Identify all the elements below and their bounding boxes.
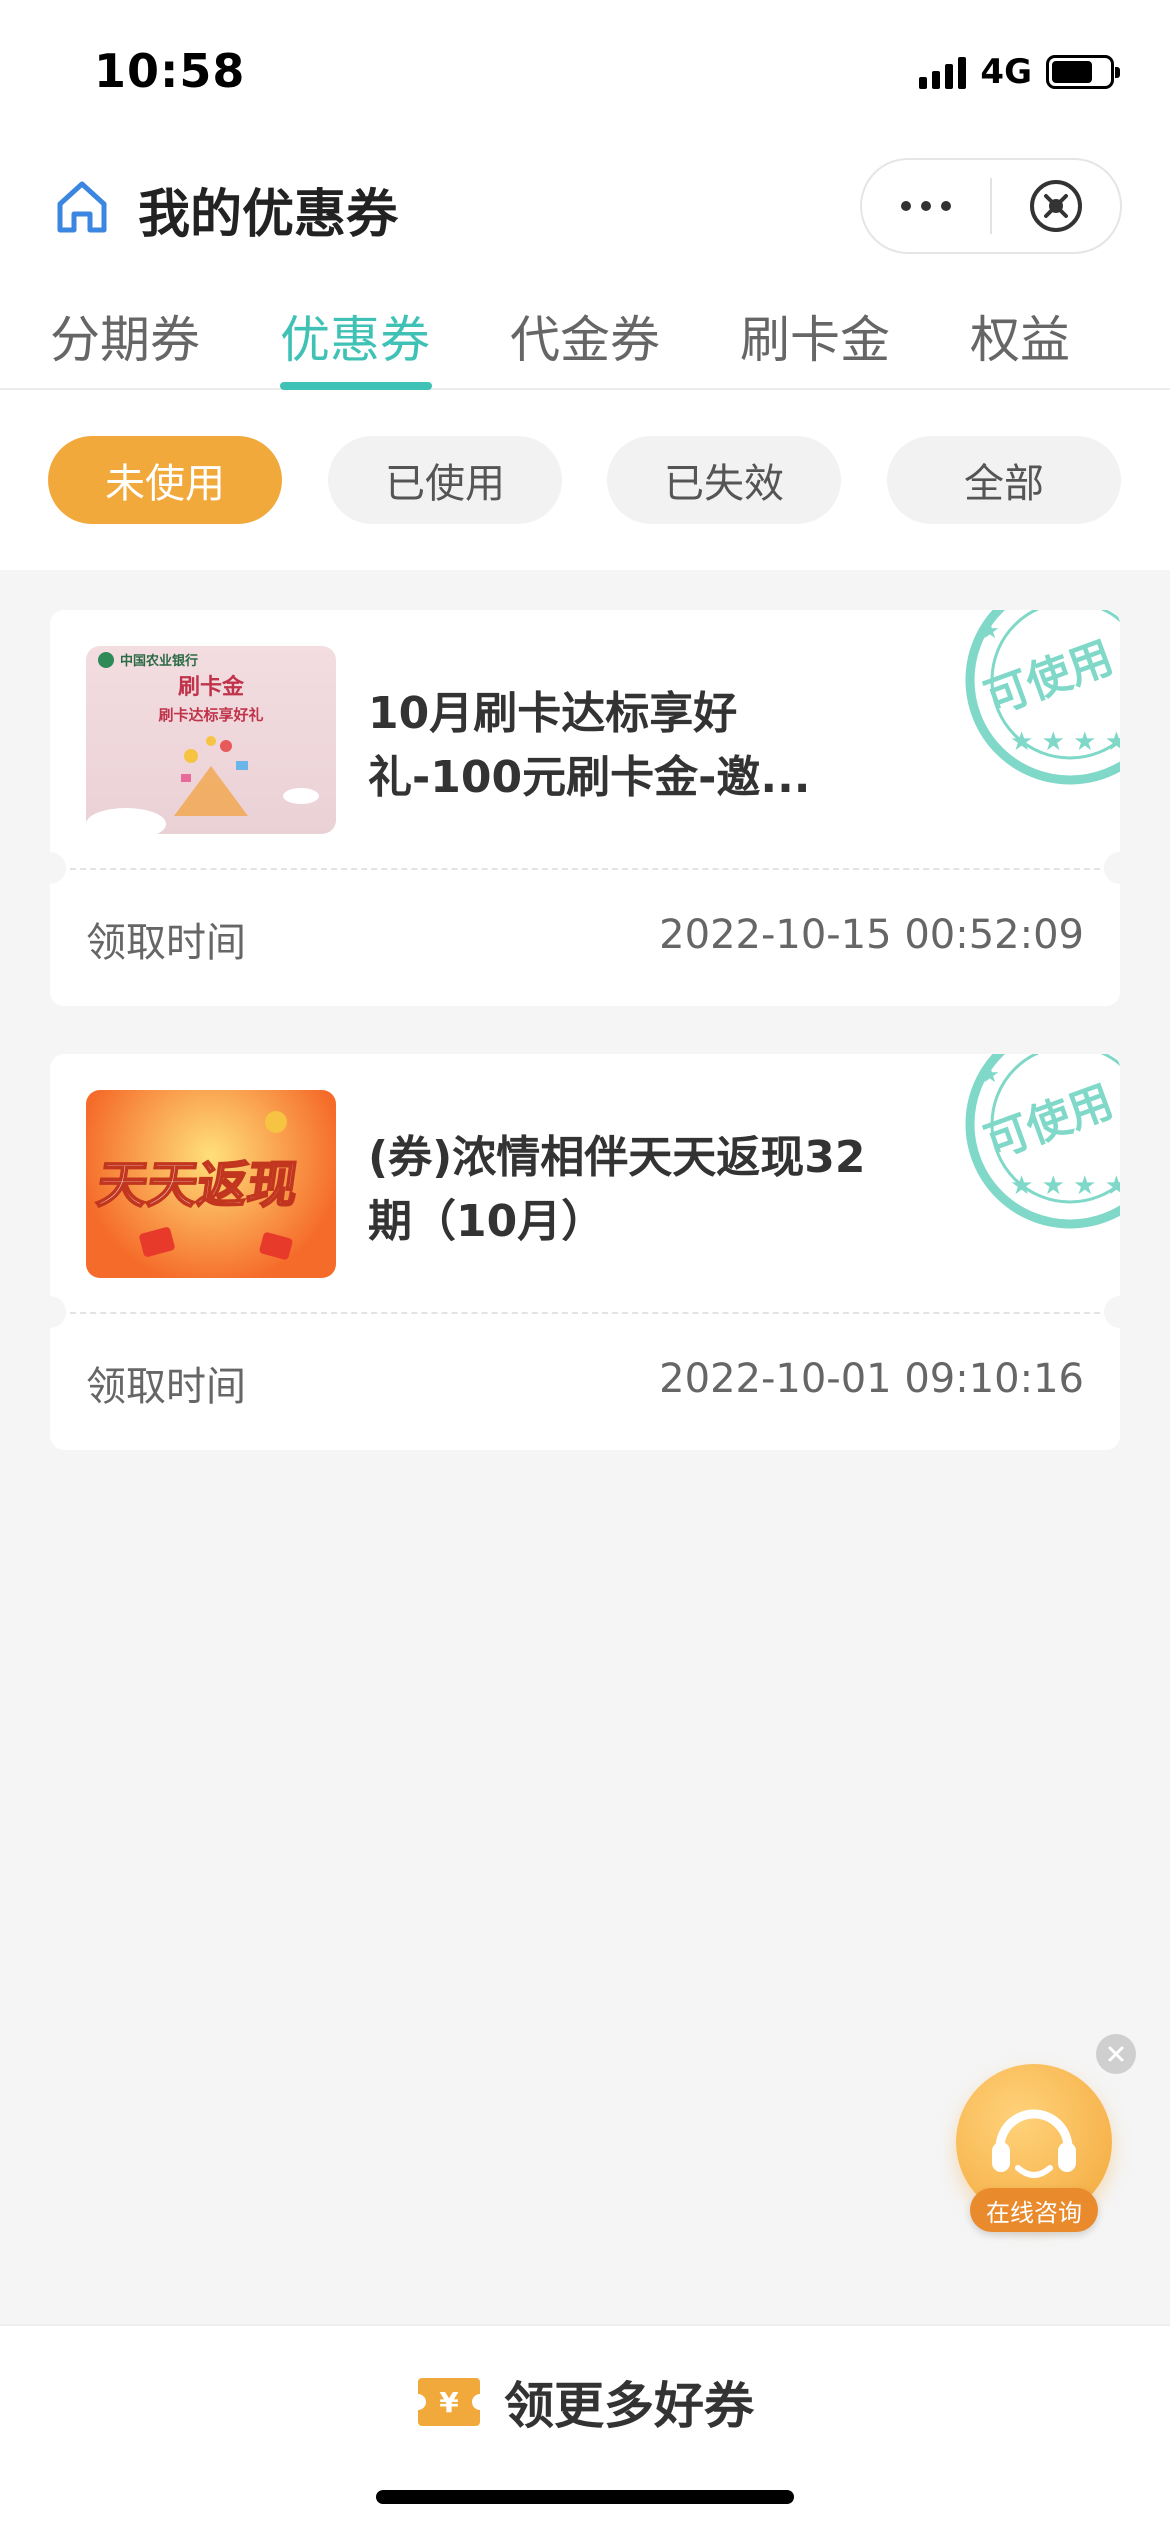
- claim-time-value: 2022-10-15 00:52:09: [659, 912, 1084, 958]
- thumb-line1: 天天返现: [94, 1155, 302, 1214]
- svg-text:★ ★ ★ ★: ★ ★ ★ ★: [1010, 1171, 1120, 1201]
- more-icon-dot: [921, 201, 931, 211]
- battery-icon: [1046, 55, 1120, 89]
- card-notch: [1104, 852, 1120, 884]
- card-divider: [50, 868, 1120, 870]
- tab-bar: 分期券 优惠券 代金券 刷卡金 权益: [0, 290, 1170, 390]
- filter-expired[interactable]: 已失效: [607, 436, 841, 524]
- close-button[interactable]: [992, 160, 1120, 252]
- close-icon: [1108, 2046, 1124, 2062]
- coupon-card[interactable]: 天天返现 (券)浓情相伴天天返现32期（10月） 可使用 ★ ★ ★ ★ ★ 领…: [50, 1054, 1120, 1450]
- thumb-line2: 刷卡达标享好礼: [158, 706, 263, 724]
- tab-benefits[interactable]: 权益: [970, 300, 1070, 372]
- svg-text:★: ★: [980, 619, 1000, 644]
- bank-name: 中国农业银行: [120, 653, 198, 669]
- tab-card-cash[interactable]: 刷卡金: [740, 300, 890, 372]
- usable-stamp-icon: 可使用 ★ ★ ★ ★ ★: [965, 610, 1120, 785]
- more-icon-dot: [941, 201, 951, 211]
- online-service-label[interactable]: 在线咨询: [970, 2188, 1098, 2232]
- tab-voucher[interactable]: 代金券: [510, 300, 660, 372]
- signal-icon: [919, 55, 967, 89]
- thumb-line1: 刷卡金: [178, 674, 245, 700]
- claim-time-value: 2022-10-01 09:10:16: [659, 1356, 1084, 1402]
- ticket-symbol: ¥: [439, 2386, 459, 2419]
- filter-used[interactable]: 已使用: [328, 436, 562, 524]
- tab-active-indicator: [280, 382, 432, 390]
- network-type: 4G: [980, 52, 1032, 92]
- tab-installment[interactable]: 分期券: [50, 300, 200, 372]
- more-button[interactable]: [862, 160, 990, 252]
- usable-stamp-icon: 可使用 ★ ★ ★ ★ ★: [965, 1054, 1120, 1229]
- card-notch: [1104, 1296, 1120, 1328]
- claim-time-label: 领取时间: [86, 920, 246, 966]
- coupon-title: 10月刷卡达标享好礼-100元刷卡金-邀...: [368, 688, 811, 803]
- coupon-title: (券)浓情相伴天天返现32期（10月）: [368, 1132, 866, 1247]
- status-indicators: 4G: [919, 52, 1120, 92]
- mini-program-capsule: [860, 158, 1122, 254]
- home-icon[interactable]: [52, 176, 112, 236]
- page-title: 我的优惠券: [138, 185, 399, 245]
- coupon-thumbnail: 中国农业银行 刷卡金 刷卡达标享好礼: [86, 646, 336, 834]
- coupon-card[interactable]: 中国农业银行 刷卡金 刷卡达标享好礼 10月刷卡达标享好礼-100元刷卡金-邀.…: [50, 610, 1120, 1006]
- get-more-coupons-button[interactable]: ¥ 领更多好券: [0, 2364, 1170, 2440]
- claim-time-label: 领取时间: [86, 1364, 246, 1410]
- close-icon: [1029, 180, 1082, 232]
- filter-all[interactable]: 全部: [887, 436, 1121, 524]
- tab-discount[interactable]: 优惠券: [280, 300, 430, 372]
- filter-unused[interactable]: 未使用: [48, 436, 282, 524]
- card-divider: [50, 1312, 1120, 1314]
- svg-text:★ ★ ★ ★: ★ ★ ★ ★: [1010, 727, 1120, 757]
- card-notch: [50, 1296, 66, 1328]
- coupon-thumbnail: 天天返现: [86, 1090, 336, 1278]
- status-time: 10:58: [94, 44, 246, 98]
- more-icon-dot: [901, 201, 911, 211]
- svg-text:★: ★: [980, 1063, 1000, 1088]
- home-indicator: [376, 2490, 794, 2504]
- card-notch: [50, 852, 66, 884]
- ticket-icon: ¥: [418, 2378, 480, 2426]
- get-more-coupons-label: 领更多好券: [504, 2377, 754, 2435]
